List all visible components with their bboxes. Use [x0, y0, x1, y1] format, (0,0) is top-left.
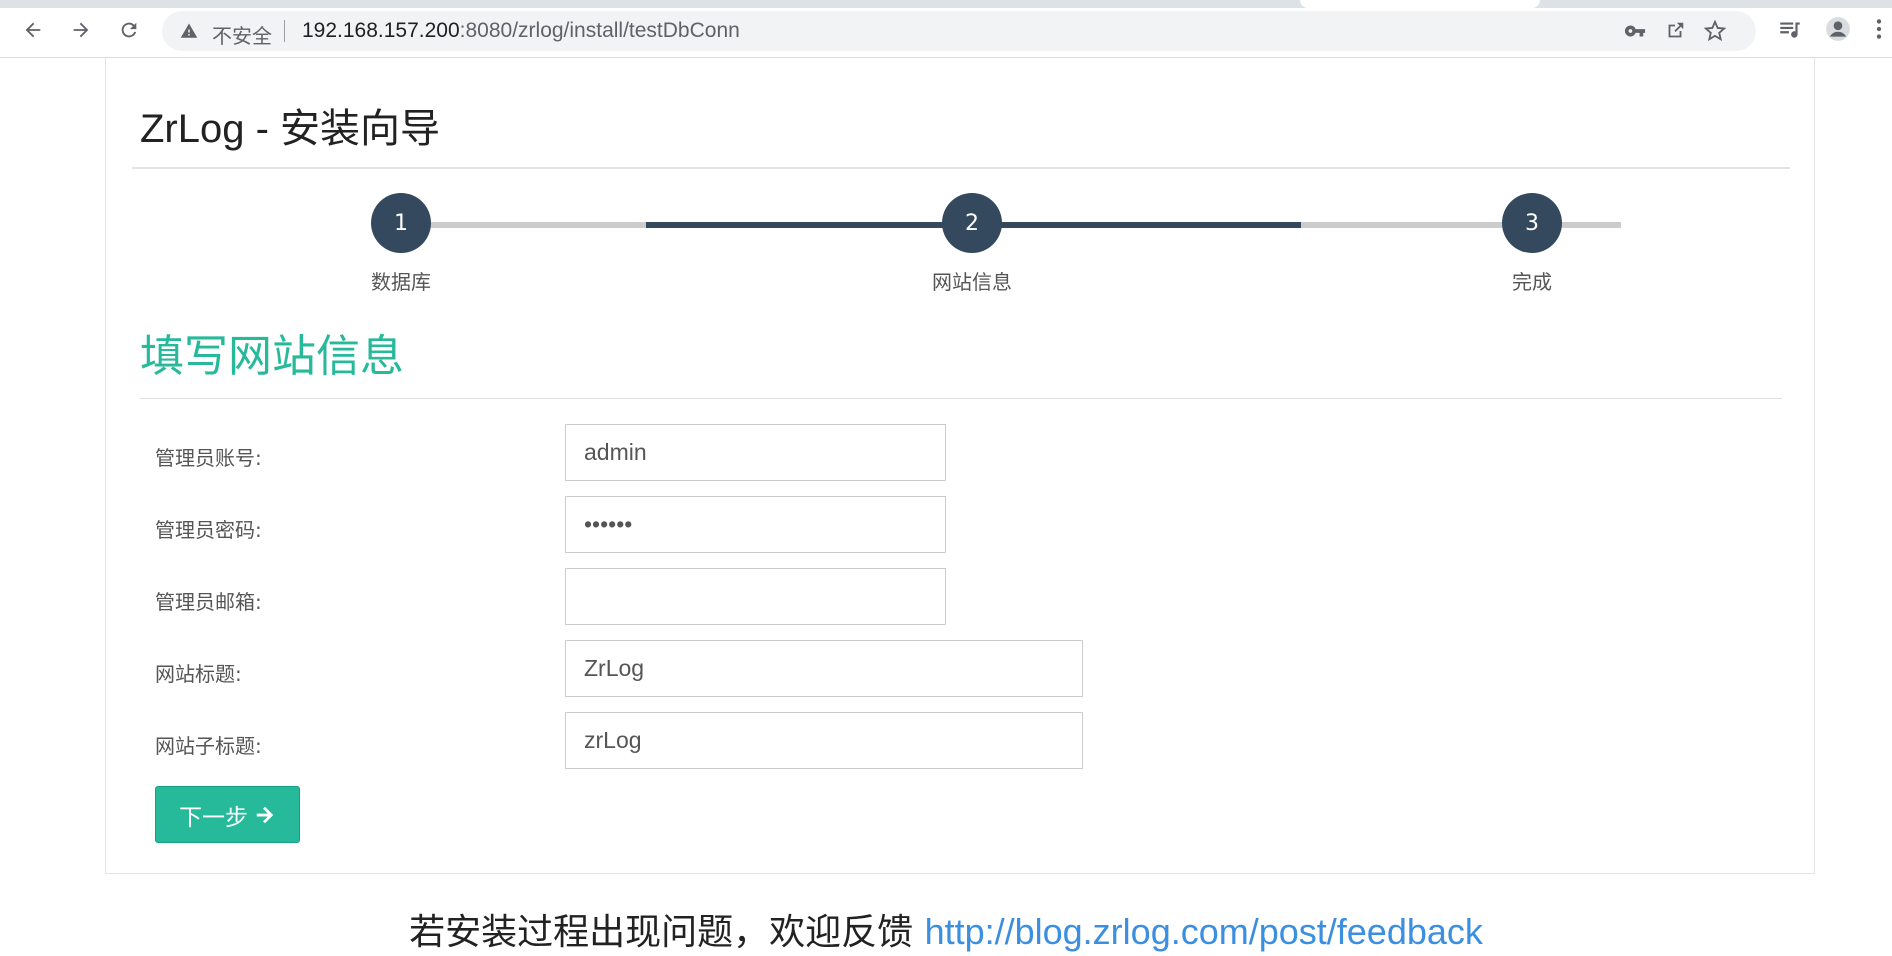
site-title-label: 网站标题:: [155, 662, 242, 686]
back-button[interactable]: [17, 14, 49, 46]
arrow-right-icon: [73, 22, 89, 38]
step-1-circle[interactable]: 1: [371, 193, 431, 253]
warning-icon[interactable]: [180, 22, 198, 40]
install-wizard-panel: ZrLog - 安装向导 1 数据库 2 网站信息 3 完成 填写网站信息 管理…: [105, 58, 1815, 874]
url-path: :8080/zrlog/install/testDbConn: [459, 19, 740, 42]
admin-email-input[interactable]: [565, 568, 946, 625]
page-title: ZrLog - 安装向导: [140, 107, 441, 151]
arrow-right-icon: [256, 806, 274, 823]
divider: [284, 20, 285, 42]
step-1-number: 1: [394, 210, 408, 236]
title-divider: [132, 167, 1790, 169]
security-label[interactable]: 不安全: [212, 20, 272, 49]
reading-list-icon[interactable]: [1777, 16, 1803, 42]
step-1-label: 数据库: [371, 270, 431, 294]
next-step-button[interactable]: 下一步: [155, 786, 300, 843]
step-3-number: 3: [1525, 210, 1539, 236]
admin-account-label: 管理员账号:: [155, 446, 262, 470]
reload-icon: [121, 22, 137, 38]
step-2-number: 2: [965, 210, 979, 236]
arrow-left-icon: [25, 22, 41, 38]
star-icon[interactable]: [1703, 19, 1727, 42]
browser-toolbar: 不安全 192.168.157.200:8080/zrlog/install/t…: [0, 0, 1892, 58]
forward-button[interactable]: [65, 14, 97, 46]
reload-button[interactable]: [113, 14, 145, 46]
step-connector-2: [1301, 222, 1621, 228]
next-step-label: 下一步: [179, 804, 248, 831]
section-divider: [140, 398, 1782, 399]
feedback-link[interactable]: http://blog.zrlog.com/post/feedback: [925, 911, 1483, 952]
step-3-label: 完成: [1512, 270, 1552, 294]
step-2-circle[interactable]: 2: [942, 193, 1002, 253]
url-text[interactable]: 192.168.157.200:8080/zrlog/install/testD…: [302, 19, 740, 43]
site-subtitle-input[interactable]: [565, 712, 1083, 769]
site-subtitle-label: 网站子标题:: [155, 734, 262, 758]
profile-avatar-icon[interactable]: [1825, 16, 1851, 42]
key-icon[interactable]: [1624, 20, 1646, 42]
menu-dots-icon[interactable]: [1872, 16, 1886, 42]
admin-password-input[interactable]: [565, 496, 946, 553]
tab-edge[interactable]: [1300, 0, 1540, 8]
section-title: 填写网站信息: [140, 331, 404, 382]
step-connector-1: [401, 222, 651, 228]
site-title-input[interactable]: [565, 640, 1083, 697]
address-bar[interactable]: 不安全 192.168.157.200:8080/zrlog/install/t…: [162, 11, 1756, 51]
feedback-text: 若安装过程出现问题，欢迎反馈: [409, 912, 914, 953]
tab-strip: [0, 0, 1892, 8]
share-icon[interactable]: [1664, 20, 1686, 42]
step-3-circle[interactable]: 3: [1502, 193, 1562, 253]
feedback-footer: 若安装过程出现问题，欢迎反馈 http://blog.zrlog.com/pos…: [0, 903, 1892, 955]
step-2-label: 网站信息: [932, 270, 1012, 294]
admin-account-input[interactable]: [565, 424, 946, 481]
admin-email-label: 管理员邮箱:: [155, 590, 262, 614]
admin-password-label: 管理员密码:: [155, 518, 262, 542]
url-host: 192.168.157.200: [302, 19, 460, 42]
